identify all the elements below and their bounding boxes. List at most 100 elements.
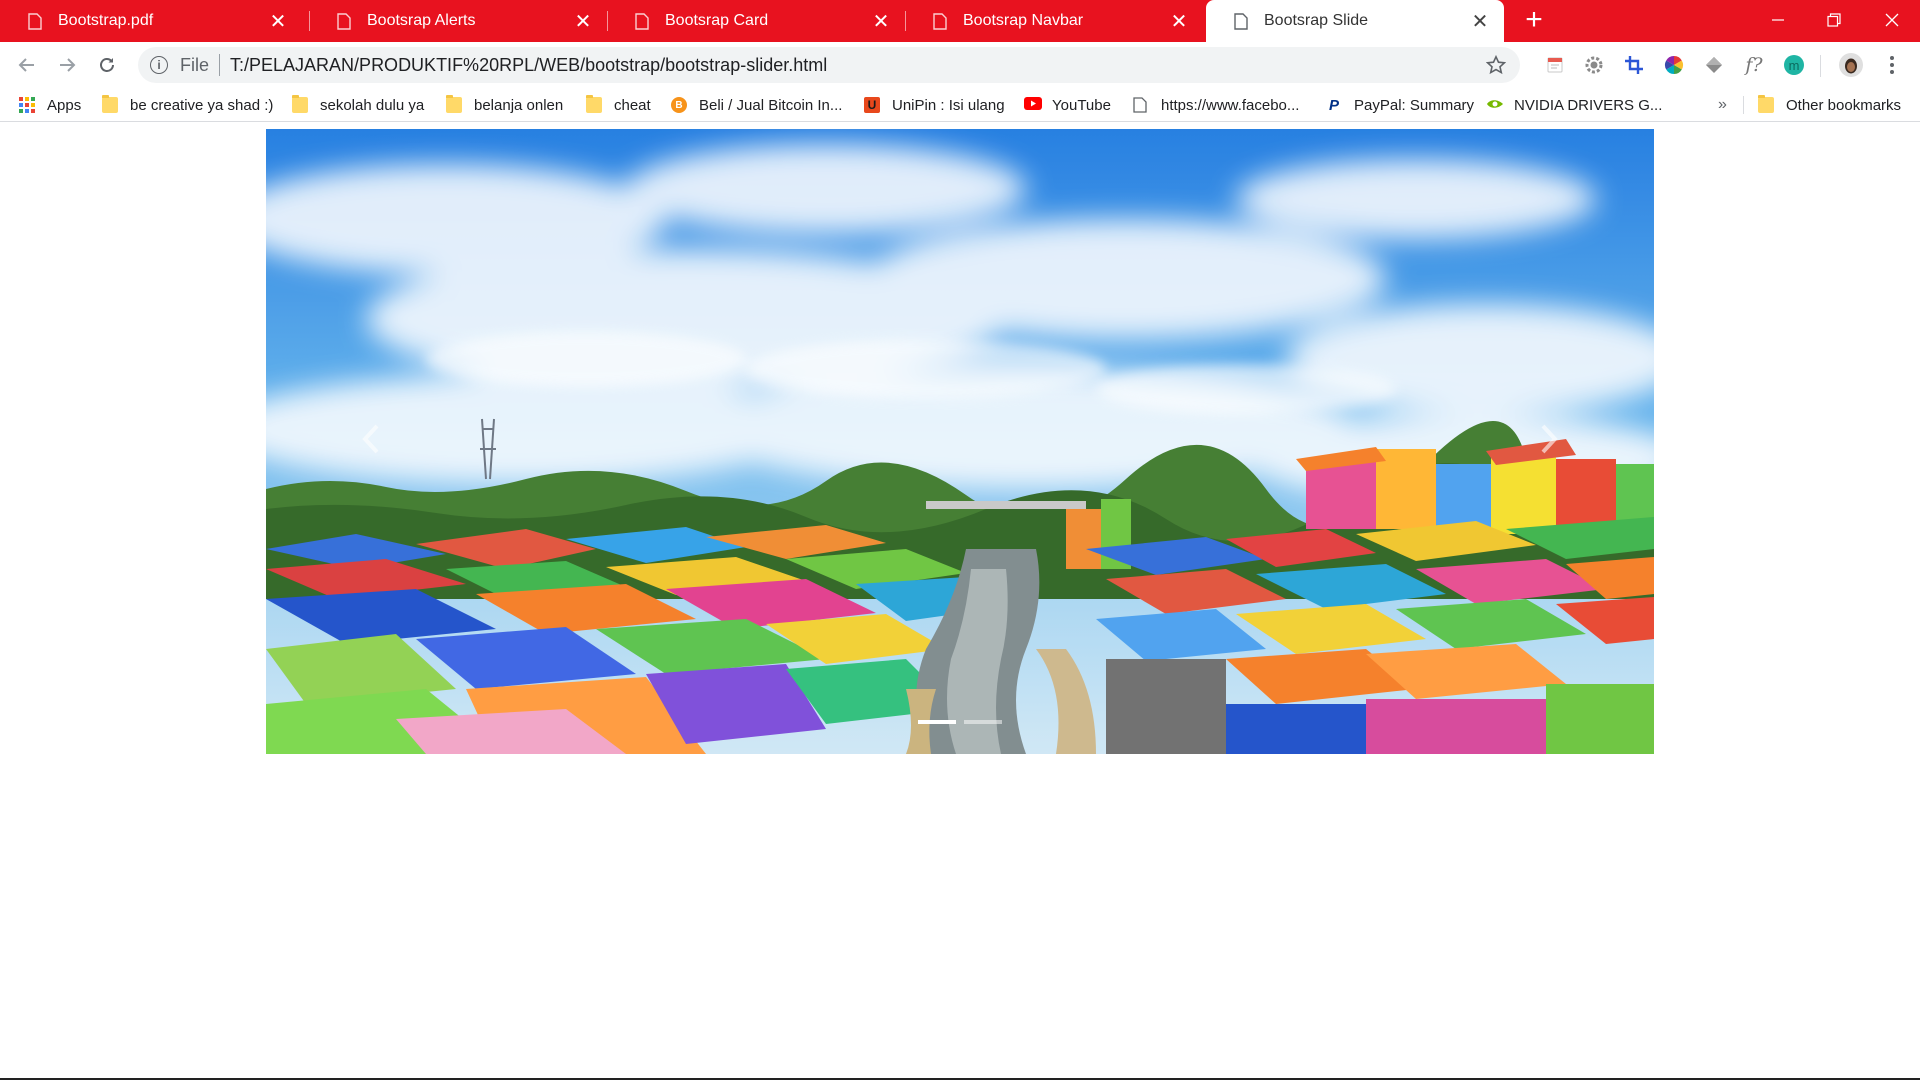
bookmark-label: Other bookmarks — [1786, 96, 1902, 114]
apps-grid-icon — [19, 97, 35, 113]
bookmark-label: sekolah dulu ya — [320, 96, 425, 114]
bookmark-paypal[interactable]: P PayPal: Summary — [1326, 88, 1474, 122]
gear-icon[interactable] — [1580, 51, 1608, 79]
chevron-left-icon — [362, 424, 379, 454]
bookmark-label: Apps — [47, 96, 82, 114]
minimize-button[interactable] — [1750, 0, 1806, 40]
folder-icon — [586, 95, 602, 113]
folder-icon — [1758, 95, 1774, 113]
circle-m-letter: m — [1788, 57, 1800, 73]
bookmark-youtube[interactable]: YouTube — [1024, 88, 1111, 122]
close-icon — [1885, 13, 1899, 27]
bookmark-label: be creative ya shad :) — [130, 96, 274, 114]
restore-button[interactable] — [1806, 0, 1862, 40]
close-icon[interactable]: ✕ — [867, 7, 895, 35]
avatar[interactable] — [1837, 51, 1865, 79]
color-wheel-icon[interactable] — [1660, 51, 1688, 79]
carousel-prev-button[interactable] — [341, 409, 401, 469]
bookmark-unipin[interactable]: U UniPin : Isi ulang — [864, 88, 1005, 122]
bookmark-other[interactable]: Other bookmarks — [1758, 88, 1901, 122]
bookmarks-bar: Apps be creative ya shad :) sekolah dulu… — [0, 88, 1920, 122]
folder-icon — [102, 95, 118, 113]
paypal-icon: P — [1328, 96, 1339, 114]
bookmark-label: https://www.facebo... — [1161, 96, 1300, 114]
bookmark-label: YouTube — [1052, 96, 1111, 114]
carousel-indicator[interactable] — [918, 720, 956, 724]
new-tab-button[interactable]: + — [1518, 5, 1550, 37]
close-icon[interactable]: ✕ — [264, 7, 292, 35]
youtube-icon — [1024, 97, 1042, 113]
file-icon — [28, 12, 42, 30]
layers-icon[interactable] — [1700, 51, 1728, 79]
bookmark-folder-cheat[interactable]: cheat — [586, 88, 651, 122]
file-icon — [933, 12, 947, 30]
back-arrow-icon — [18, 58, 34, 72]
back-button[interactable] — [11, 49, 43, 81]
carousel-indicator[interactable] — [964, 720, 1002, 724]
tab-bootsrap-slide[interactable]: Bootsrap Slide ✕ — [1206, 0, 1504, 42]
forward-arrow-icon — [60, 58, 76, 72]
tab-strip: Bootstrap.pdf ✕ Bootsrap Alerts ✕ Bootsr… — [0, 0, 1920, 42]
bookmark-label: UniPin : Isi ulang — [892, 96, 1005, 114]
tab-title: Bootstrap.pdf — [58, 12, 154, 29]
reload-icon — [100, 58, 114, 72]
chevron-right-icon — [1541, 424, 1558, 454]
tab-bootstrap-pdf[interactable]: Bootstrap.pdf ✕ — [0, 0, 302, 42]
bookmark-star-icon[interactable] — [1480, 55, 1512, 75]
reload-button[interactable] — [91, 49, 123, 81]
bookmark-label: cheat — [614, 96, 651, 114]
url-text[interactable]: T:/PELAJARAN/PRODUKTIF%20RPL/WEB/bootstr… — [230, 55, 1480, 76]
info-icon[interactable]: i — [150, 56, 168, 74]
bookmark-bitcoin[interactable]: B Beli / Jual Bitcoin In... — [671, 88, 842, 122]
browser-toolbar: i File T:/PELAJARAN/PRODUKTIF%20RPL/WEB/… — [0, 42, 1920, 88]
nvidia-icon — [1486, 97, 1503, 113]
minimize-icon — [1772, 19, 1784, 21]
tab-title: Bootsrap Card — [665, 12, 769, 29]
carousel-slide-image — [266, 129, 1654, 754]
bookmarks-overflow-button[interactable]: » — [1718, 88, 1727, 122]
bitcoin-icon: B — [671, 97, 687, 113]
bookmark-nvidia[interactable]: NVIDIA DRIVERS G... — [1486, 88, 1662, 122]
tab-bootsrap-card[interactable]: Bootsrap Card ✕ — [607, 0, 905, 42]
bookmark-label: NVIDIA DRIVERS G... — [1514, 96, 1663, 114]
omnibox-divider — [219, 54, 221, 76]
forward-button[interactable] — [51, 49, 83, 81]
more-icon[interactable] — [1878, 51, 1906, 79]
file-icon — [337, 12, 351, 30]
tab-title: Bootsrap Navbar — [963, 12, 1084, 29]
page-icon — [1133, 97, 1149, 113]
folder-icon — [292, 95, 308, 113]
tab-bootsrap-navbar[interactable]: Bootsrap Navbar ✕ — [905, 0, 1203, 42]
bookmark-folder-be-creative[interactable]: be creative ya shad :) — [102, 88, 273, 122]
bookmark-label: PayPal: Summary — [1354, 96, 1475, 114]
formula-icon[interactable]: f? — [1740, 51, 1768, 79]
address-bar[interactable]: i File T:/PELAJARAN/PRODUKTIF%20RPL/WEB/… — [138, 47, 1520, 83]
url-scheme: File — [180, 54, 210, 75]
bookmark-facebook[interactable]: https://www.facebo... — [1133, 88, 1299, 122]
bookmark-label: Beli / Jual Bitcoin In... — [699, 96, 843, 114]
page-content — [0, 123, 1920, 1080]
file-icon — [1234, 12, 1248, 30]
carousel-next-button[interactable] — [1519, 409, 1579, 469]
tab-bootsrap-alerts[interactable]: Bootsrap Alerts ✕ — [309, 0, 607, 42]
tab-title: Bootsrap Alerts — [367, 12, 476, 29]
close-icon[interactable]: ✕ — [1165, 7, 1193, 35]
bookmark-folder-sekolah[interactable]: sekolah dulu ya — [292, 88, 424, 122]
bookmark-label: belanja onlen — [474, 96, 564, 114]
bookmark-folder-belanja[interactable]: belanja onlen — [446, 88, 563, 122]
unipin-icon: U — [864, 97, 880, 113]
bookmarks-divider — [1743, 96, 1744, 114]
close-window-button[interactable] — [1864, 0, 1920, 40]
carousel — [266, 129, 1654, 754]
close-icon[interactable]: ✕ — [569, 7, 597, 35]
carousel-indicators — [266, 720, 1654, 724]
circle-m-icon[interactable]: m — [1780, 51, 1808, 79]
note-icon[interactable] — [1541, 51, 1569, 79]
close-icon[interactable]: ✕ — [1466, 7, 1494, 35]
bookmark-apps[interactable]: Apps — [19, 88, 81, 122]
file-icon — [635, 12, 649, 30]
crop-icon[interactable] — [1620, 51, 1648, 79]
restore-icon — [1827, 13, 1841, 27]
folder-icon — [446, 95, 462, 113]
tab-title: Bootsrap Slide — [1264, 12, 1369, 29]
